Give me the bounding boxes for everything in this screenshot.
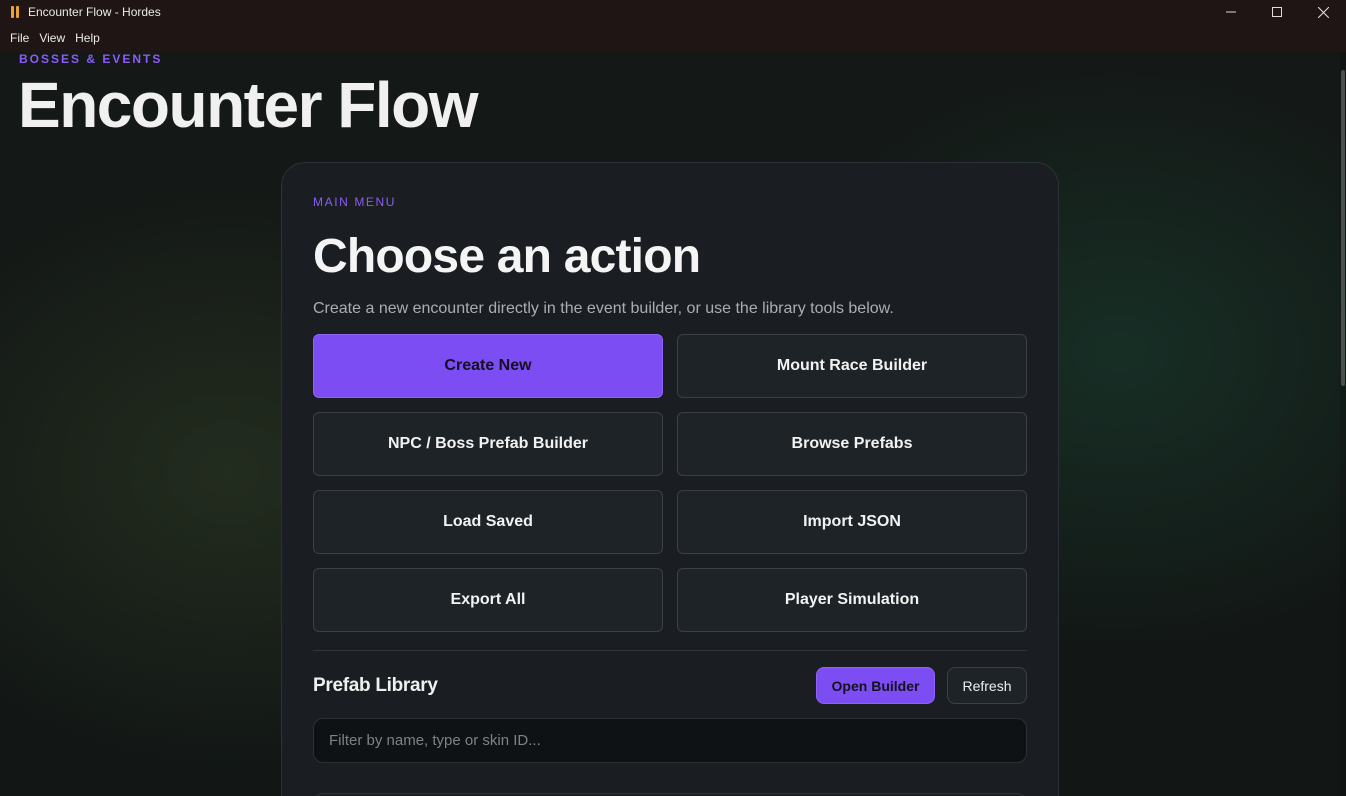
- close-icon[interactable]: [1300, 0, 1346, 24]
- import-json-button[interactable]: Import JSON: [677, 490, 1027, 554]
- menu-bar: File View Help: [0, 24, 1346, 52]
- load-saved-button[interactable]: Load Saved: [313, 490, 663, 554]
- minimize-icon[interactable]: [1208, 0, 1254, 24]
- menu-file[interactable]: File: [5, 24, 34, 52]
- refresh-button[interactable]: Refresh: [947, 667, 1027, 704]
- npc-boss-prefab-builder-button[interactable]: NPC / Boss Prefab Builder: [313, 412, 663, 476]
- player-simulation-button[interactable]: Player Simulation: [677, 568, 1027, 632]
- header-eyebrow: BOSSES & EVENTS: [19, 52, 163, 66]
- mount-race-builder-button[interactable]: Mount Race Builder: [677, 334, 1027, 398]
- menu-help[interactable]: Help: [70, 24, 105, 52]
- create-new-button[interactable]: Create New: [313, 334, 663, 398]
- scroll-thumb[interactable]: [1341, 70, 1345, 386]
- action-grid: Create New Mount Race Builder NPC / Boss…: [313, 334, 1027, 632]
- open-builder-button[interactable]: Open Builder: [816, 667, 935, 704]
- window-controls: [1208, 0, 1346, 24]
- export-all-button[interactable]: Export All: [313, 568, 663, 632]
- scrollbar[interactable]: [1340, 52, 1346, 796]
- main-menu-title: Choose an action: [313, 230, 701, 283]
- section-divider: [313, 650, 1027, 651]
- browse-prefabs-button[interactable]: Browse Prefabs: [677, 412, 1027, 476]
- window-title: Encounter Flow - Hordes: [28, 5, 161, 19]
- prefab-filter-input[interactable]: [313, 718, 1027, 763]
- maximize-icon[interactable]: [1254, 0, 1300, 24]
- menu-view[interactable]: View: [34, 24, 70, 52]
- main-menu-eyebrow: MAIN MENU: [313, 195, 397, 209]
- prefab-library-actions: Open Builder Refresh: [816, 667, 1027, 704]
- app-logo-icon: [8, 5, 22, 19]
- prefab-library-title: Prefab Library: [313, 675, 438, 696]
- main-menu-subtitle: Create a new encounter directly in the e…: [313, 300, 894, 317]
- page-title: Encounter Flow: [18, 69, 479, 141]
- main-menu-card: MAIN MENU Choose an action Create a new …: [281, 162, 1059, 796]
- title-bar: Encounter Flow - Hordes: [0, 0, 1346, 24]
- app-content: BOSSES & EVENTS Encounter Flow MAIN MENU…: [0, 52, 1346, 796]
